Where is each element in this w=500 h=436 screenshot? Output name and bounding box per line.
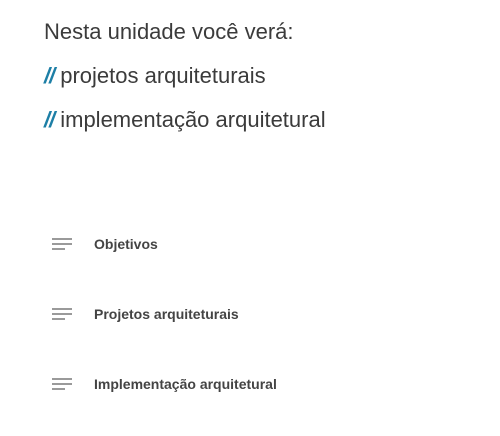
unit-intro: Nesta unidade você verá: //projetos arqu… [44, 14, 490, 146]
list-lines-icon [52, 235, 74, 253]
lesson-item-projetos-arquiteturais[interactable]: Projetos arquiteturais [52, 296, 490, 366]
lesson-label: Implementação arquitetural [94, 376, 277, 392]
topic-item-projetos: //projetos arquiteturais [44, 58, 490, 94]
lesson-list: Objetivos Projetos arquiteturais Impleme… [52, 226, 490, 436]
unit-intro-heading: Nesta unidade você verá: [44, 19, 294, 44]
lesson-label: Objetivos [94, 236, 158, 252]
lesson-item-implementacao-arquitetural[interactable]: Implementação arquitetural [52, 366, 490, 436]
topic-item-implementacao: //implementação arquitetural [44, 102, 490, 138]
topic-marker: // [44, 107, 55, 132]
topic-text: projetos arquiteturais [60, 63, 266, 88]
topic-text: implementação arquitetural [60, 107, 326, 132]
lesson-item-objetivos[interactable]: Objetivos [52, 226, 490, 296]
list-lines-icon [52, 305, 74, 323]
list-lines-icon [52, 375, 74, 393]
topic-marker: // [44, 63, 55, 88]
lesson-label: Projetos arquiteturais [94, 306, 239, 322]
